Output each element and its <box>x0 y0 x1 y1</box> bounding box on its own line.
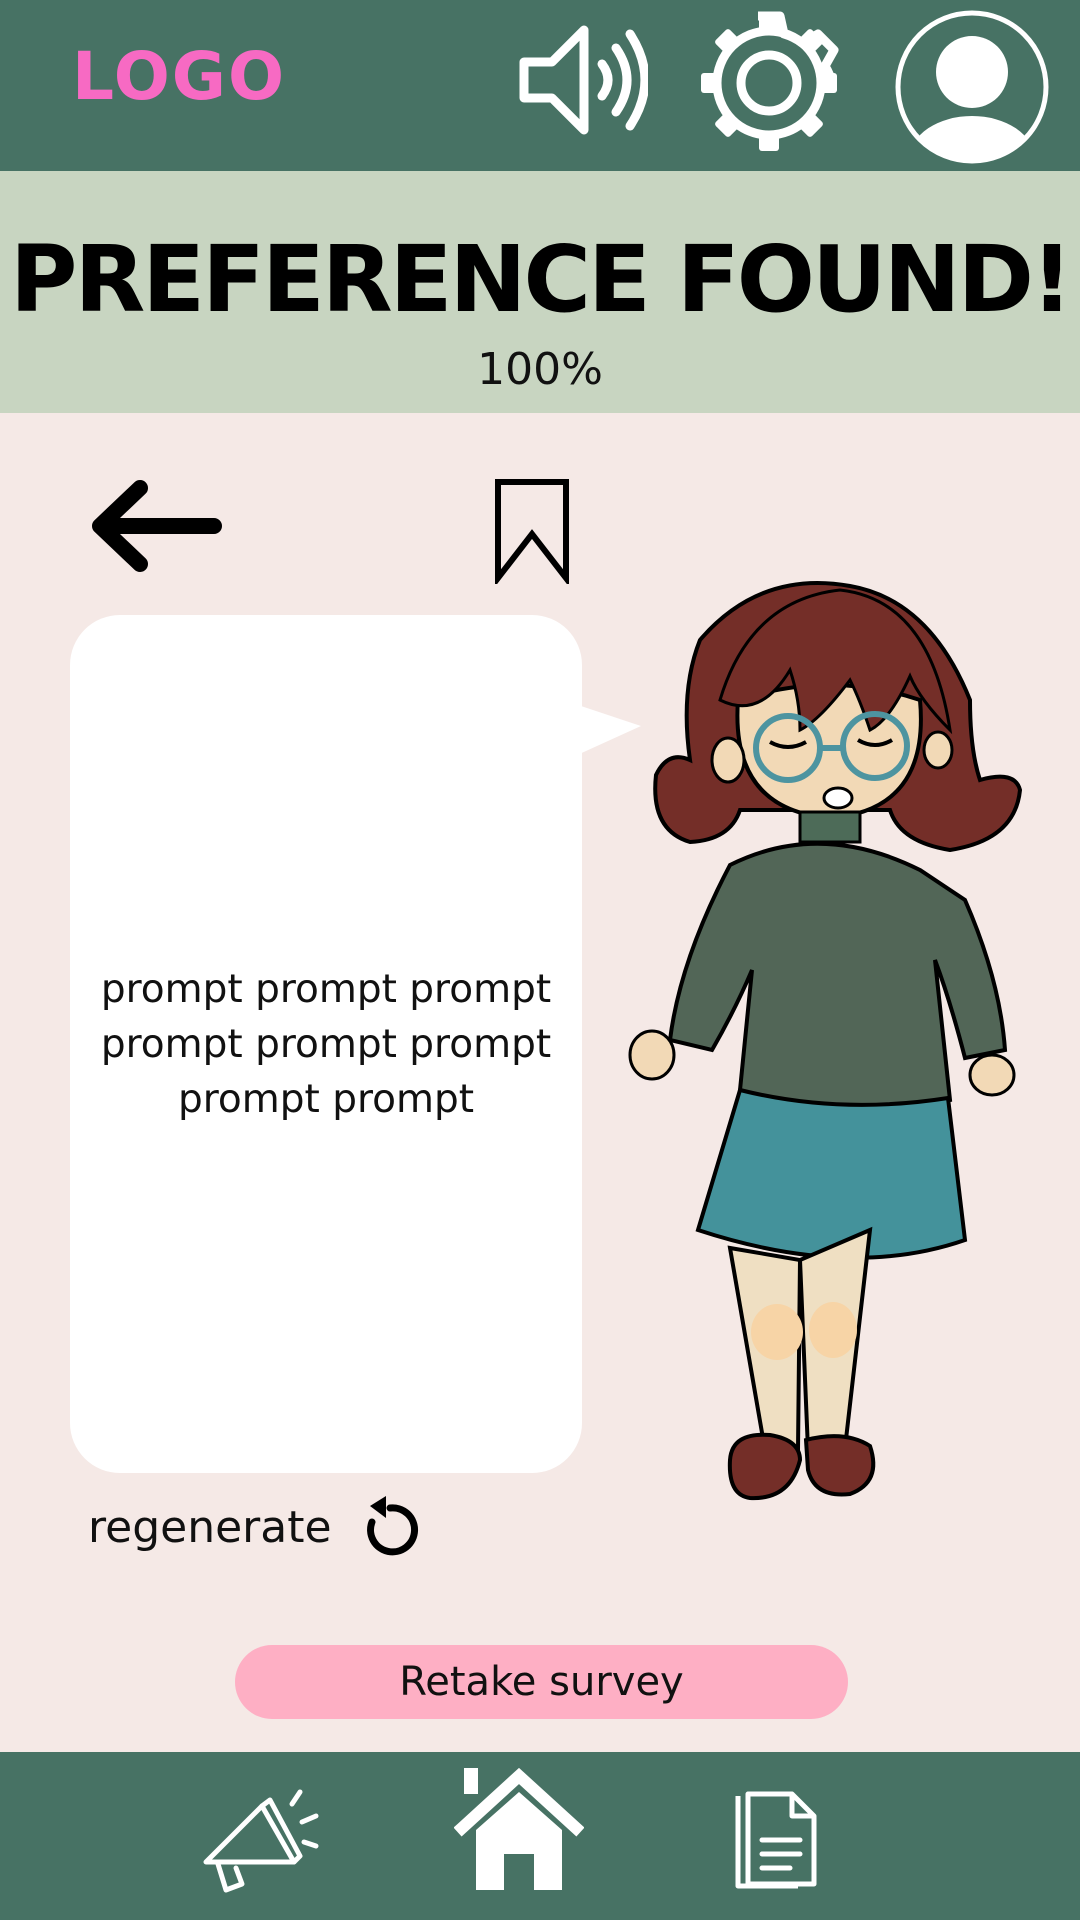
refresh-icon[interactable] <box>356 1492 420 1560</box>
gear-icon[interactable] <box>694 8 844 158</box>
user-avatar-icon[interactable] <box>893 8 1051 166</box>
progress-percentage: 100% <box>477 344 603 395</box>
retake-survey-button[interactable]: Retake survey <box>235 1645 848 1719</box>
character-illustration <box>628 581 1023 1501</box>
home-icon[interactable] <box>454 1768 584 1892</box>
document-icon[interactable] <box>734 1790 824 1890</box>
speaker-icon[interactable] <box>516 20 648 140</box>
logo[interactable]: LOGO <box>72 38 286 115</box>
back-arrow-icon[interactable] <box>84 478 224 574</box>
page-title: PREFERENCE FOUND! <box>10 226 1073 333</box>
megaphone-icon[interactable] <box>196 1780 324 1904</box>
prompt-text: prompt prompt prompt prompt prompt promp… <box>100 967 552 1122</box>
regenerate-label[interactable]: regenerate <box>88 1500 332 1556</box>
bookmark-icon[interactable] <box>490 478 574 584</box>
